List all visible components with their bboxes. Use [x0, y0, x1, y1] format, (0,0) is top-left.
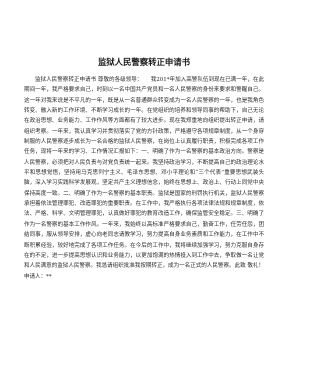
- body-paragraph: 监狱人民警察转正申请书 尊敬的各级领导： 我201*年加入高警队伍到现在已满一年…: [24, 77, 264, 280]
- document-page: 监狱人民警察转正申请书 监狱人民警察转正申请书 尊敬的各级领导： 我201*年加…: [0, 0, 288, 373]
- document-title: 监狱人民警察转正申请书: [97, 57, 191, 67]
- document-body: 监狱人民警察转正申请书 尊敬的各级领导： 我201*年加入高警队伍到现在已满一年…: [24, 75, 264, 365]
